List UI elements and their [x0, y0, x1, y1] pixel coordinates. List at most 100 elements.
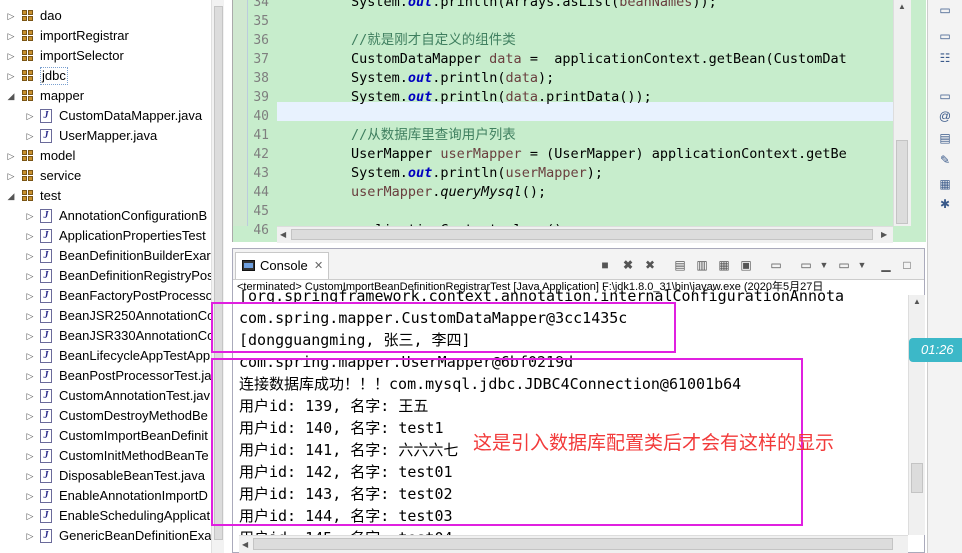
chevron-right-icon[interactable]: ▷ [25, 106, 35, 126]
tree-item[interactable]: ◢ test [0, 186, 211, 206]
chevron-right-icon[interactable]: ▷ [25, 126, 35, 146]
tree-item[interactable]: ▷ importSelector [0, 46, 211, 66]
console-horizontal-scrollbar[interactable]: ◀ [239, 535, 908, 553]
code-line[interactable]: System.out.println(data.printData()); [351, 88, 652, 107]
word-wrap-icon[interactable]: ▦ [717, 258, 731, 272]
tree-item[interactable]: ▷ J EnableAnnotationImportD [0, 486, 211, 506]
maximize-icon[interactable]: □ [900, 258, 914, 272]
code-line[interactable]: //从数据库里查询用户列表 [351, 126, 516, 145]
chevron-right-icon[interactable]: ▷ [25, 366, 35, 386]
tree-item[interactable]: ▷ J BeanPostProcessorTest.jav [0, 366, 218, 386]
code-line[interactable]: System.out.println(data); [351, 69, 554, 88]
chevron-right-icon[interactable]: ▷ [6, 46, 16, 66]
chevron-right-icon[interactable]: ▷ [6, 66, 16, 86]
tree-item[interactable]: ▷ J BeanDefinitionBuilderExar [0, 246, 211, 266]
code-line[interactable]: userMapper.queryMysql(); [351, 183, 546, 202]
chevron-right-icon[interactable]: ▷ [25, 406, 35, 426]
chevron-right-icon[interactable]: ▷ [25, 526, 35, 546]
chevron-right-icon[interactable]: ▷ [25, 226, 35, 246]
chevron-right-icon[interactable]: ▷ [25, 426, 35, 446]
tree-item[interactable]: ▷ jdbc [0, 66, 211, 86]
chevron-right-icon[interactable]: ▷ [25, 506, 35, 526]
scroll-up-arrow-icon[interactable]: ▲ [898, 2, 906, 11]
tree-item[interactable]: ▷ service [0, 166, 211, 186]
tree-item[interactable]: ▷ J CustomDestroyMethodBe [0, 406, 211, 426]
tree-item[interactable]: ▷ importRegistrar [0, 26, 211, 46]
chevron-down-icon[interactable]: ◢ [6, 186, 16, 206]
scroll-up-arrow-icon[interactable]: ▲ [913, 297, 921, 306]
restore-icon[interactable]: ▭ [936, 88, 954, 104]
editor-horizontal-scrollbar[interactable]: ◀ ▶ [277, 226, 893, 243]
chevron-down-icon[interactable]: ◢ [6, 86, 16, 106]
tree-item[interactable]: ▷ model [0, 146, 211, 166]
clear-console-icon[interactable]: ▤ [673, 258, 687, 272]
tree-item[interactable]: ▷ J BeanFactoryPostProcesso [0, 286, 213, 306]
stop-icon[interactable]: ■ [598, 258, 612, 272]
chevron-right-icon[interactable]: ▷ [25, 246, 35, 266]
chevron-right-icon[interactable]: ▷ [25, 206, 35, 226]
scroll-right-arrow-icon[interactable]: ▶ [881, 230, 887, 239]
chevron-right-icon[interactable]: ▷ [25, 466, 35, 486]
tree-item[interactable]: ▷ J ApplicationPropertiesTest [0, 226, 211, 246]
open-console-icon[interactable]: ▭ [837, 258, 851, 272]
console-hscroll-thumb[interactable] [253, 538, 893, 550]
tree-item[interactable]: ▷ J CustomInitMethodBeanTe [0, 446, 211, 466]
chevron-right-icon[interactable]: ▷ [25, 386, 35, 406]
show-when-changed-icon[interactable]: ▣ [739, 258, 753, 272]
tree-item[interactable]: ◢ mapper [0, 86, 211, 106]
code-line[interactable]: //就是刚才自定义的组件类 [351, 31, 516, 50]
code-line[interactable]: System.out.println(userMapper); [351, 164, 603, 183]
tree-item[interactable]: ▷ J CustomAnnotationTest.jav [0, 386, 211, 406]
tab-console[interactable]: Console ✕ [235, 252, 329, 279]
remove-all-icon[interactable]: ✖ [643, 258, 657, 272]
chevron-right-icon[interactable]: ▷ [25, 266, 35, 286]
chevron-right-icon[interactable]: ▷ [25, 486, 35, 506]
display-console-icon[interactable]: ▭ [799, 258, 813, 272]
tree-item[interactable]: ▷ J AnnotationConfigurationB [0, 206, 211, 226]
tree-item[interactable]: ▷ J UserMapper.java [0, 126, 211, 146]
chevron-right-icon[interactable]: ▷ [6, 26, 16, 46]
pin-console-icon[interactable]: ▭ [769, 258, 783, 272]
chevron-right-icon[interactable]: ▷ [25, 286, 35, 306]
chevron-right-icon[interactable]: ▷ [25, 346, 35, 366]
tree-item[interactable]: ▷ J CustomImportBeanDefinit [0, 426, 211, 446]
chevron-down-icon[interactable]: ▼ [855, 258, 869, 272]
scroll-lock-icon[interactable]: ▥ [695, 258, 709, 272]
chevron-right-icon[interactable]: ▷ [6, 146, 16, 166]
editor-vscroll-thumb[interactable] [896, 140, 908, 224]
scroll-left-arrow-icon[interactable]: ◀ [242, 540, 248, 549]
chevron-right-icon[interactable]: ▷ [25, 326, 35, 346]
minimize-icon[interactable]: ▁ [879, 258, 893, 272]
tree-item[interactable]: ▷ J BeanJSR330AnnotationCo [0, 326, 214, 346]
chevron-right-icon[interactable]: ▷ [6, 6, 16, 26]
restore-icon[interactable]: ▭ [936, 2, 954, 18]
chevron-right-icon[interactable]: ▷ [6, 166, 16, 186]
editor-hscroll-thumb[interactable] [291, 229, 873, 240]
remove-launch-icon[interactable]: ✖ [621, 258, 635, 272]
search-icon[interactable]: ✎ [936, 152, 954, 168]
tree-item[interactable]: ▷ J BeanDefinitionRegistryPos [0, 266, 214, 286]
code-line[interactable]: CustomDataMapper data = applicationConte… [351, 50, 847, 69]
debug-icon[interactable]: ✱ [936, 196, 954, 212]
close-icon[interactable]: ✕ [314, 253, 323, 279]
scroll-left-arrow-icon[interactable]: ◀ [280, 230, 286, 239]
code-line[interactable]: UserMapper userMapper = (UserMapper) app… [351, 145, 847, 164]
tree-item[interactable]: ▷ J BeanJSR250AnnotationCo [0, 306, 214, 326]
servers-icon[interactable]: ▦ [936, 176, 954, 192]
tree-item[interactable]: ▷ J EnableSchedulingApplicat [0, 506, 211, 526]
tree-item[interactable]: ▷ J GenericBeanDefinitionExa [0, 526, 211, 546]
chevron-right-icon[interactable]: ▷ [25, 446, 35, 466]
javadoc-icon[interactable]: @ [936, 108, 954, 124]
tree-item[interactable]: ▷ J DisposableBeanTest.java [0, 466, 211, 486]
code-line[interactable]: System.out.println(Arrays.asList(beanNam… [351, 0, 717, 12]
chevron-down-icon[interactable]: ▼ [817, 258, 831, 272]
declaration-icon[interactable]: ▤ [936, 130, 954, 146]
chevron-right-icon[interactable]: ▷ [25, 306, 35, 326]
console-vertical-scrollbar[interactable]: ▲ [908, 295, 925, 535]
tree-item[interactable]: ▷ J BeanLifecycleAppTestApp [0, 346, 211, 366]
restore-view-icon[interactable]: ▭ [936, 28, 954, 44]
tree-item[interactable]: ▷ dao [0, 6, 211, 26]
console-vscroll-thumb[interactable] [911, 463, 923, 493]
editor-vertical-scrollbar[interactable]: ▲ [893, 0, 911, 226]
tree-item[interactable]: ▷ J CustomDataMapper.java [0, 106, 211, 126]
